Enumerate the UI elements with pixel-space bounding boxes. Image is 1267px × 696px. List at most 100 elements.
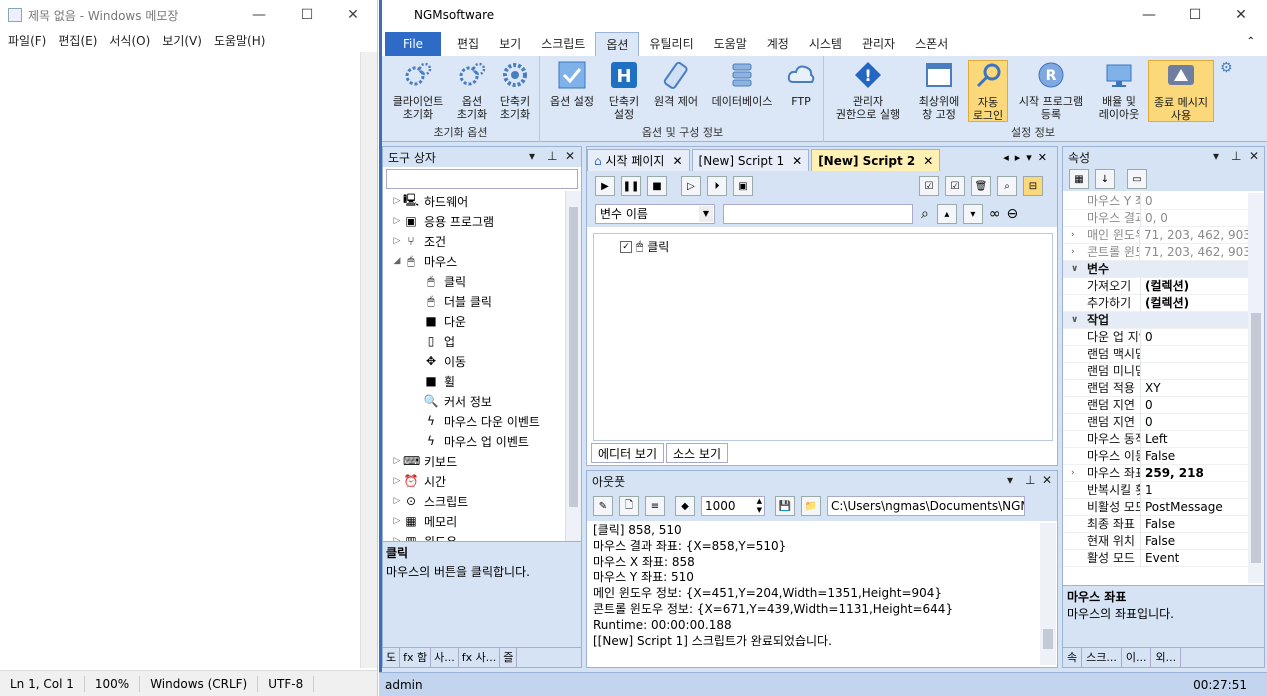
property-value[interactable]: 0 [1141, 414, 1153, 431]
menu-edit[interactable]: 편집(E) [52, 32, 103, 49]
shortcut-settings-button[interactable]: H 단축키 설정 [602, 60, 646, 121]
property-row[interactable]: 다운 업 지연0 [1063, 328, 1249, 346]
tab-view[interactable]: 보기 [489, 32, 531, 56]
expand-arrow-icon[interactable]: › [1071, 247, 1075, 257]
stop-icon[interactable]: ■ [647, 176, 667, 196]
menu-file[interactable]: 파일(F) [2, 32, 52, 49]
reset-client-button[interactable]: 클라이언트 초기화 [386, 60, 450, 121]
tab-admin[interactable]: 관리자 [852, 32, 905, 56]
property-value[interactable]: False [1141, 448, 1175, 465]
pin-icon[interactable]: ⊥ [1025, 473, 1035, 487]
toolbox-item[interactable]: ▷ 🖳 하드웨어 [383, 191, 565, 211]
menu-format[interactable]: 서식(O) [103, 32, 156, 49]
settings-gear-icon[interactable]: ⚙ [1220, 60, 1233, 76]
check-all-icon[interactable]: ☑ [919, 176, 939, 196]
loop-icon[interactable]: ∞ [989, 206, 1001, 222]
properties-scrollbar[interactable] [1248, 193, 1264, 583]
toolbox-item[interactable]: ▷ ▣ 응용 프로그램 [383, 211, 565, 231]
menu-help[interactable]: 도움말(H) [208, 32, 272, 49]
tab-external[interactable]: 외... [1151, 648, 1182, 667]
tab-source-view[interactable]: 소스 보기 [666, 443, 728, 463]
toolbox-item[interactable]: ϟ 마우스 다운 이벤트 [383, 411, 565, 431]
property-row[interactable]: 가져오기 (컬렉션) [1063, 277, 1249, 295]
eraser-icon[interactable]: ◆ [675, 496, 695, 516]
tab-edit[interactable]: 편집 [447, 32, 489, 56]
property-value[interactable]: 0 [1141, 193, 1153, 210]
tab-favorites[interactable]: 즐 [500, 648, 518, 667]
auto-login-button[interactable]: 자동 로그인 [968, 60, 1008, 122]
tab-nav-controls[interactable]: ◂▸▾✕ [1003, 151, 1053, 164]
property-row[interactable]: 현재 위치 False [1063, 532, 1249, 550]
close-tab-icon[interactable]: ✕ [792, 154, 802, 168]
startup-register-button[interactable]: R 시작 프로그램 등록 [1012, 60, 1090, 121]
scroll-thumb[interactable] [1251, 313, 1261, 563]
database-button[interactable]: 데이터베이스 [706, 60, 778, 108]
toolbox-item[interactable]: ▷▥윈도우 [383, 531, 565, 541]
reset-shortcuts-button[interactable]: 단축키 초기화 [494, 60, 536, 121]
property-value[interactable]: (컬렉션) [1141, 278, 1189, 295]
toolbox-item[interactable]: ▯ 업 [383, 331, 565, 351]
move-up-icon[interactable]: ▴ [936, 204, 957, 224]
close-icon[interactable]: ✕ [1042, 473, 1052, 487]
minimize-icon[interactable]: — [236, 0, 282, 30]
property-row[interactable]: › 마우스 좌표 259, 218 [1063, 464, 1249, 482]
property-category[interactable]: ∨ 작업 [1063, 312, 1249, 329]
tab-account[interactable]: 계정 [757, 32, 799, 56]
tab-script-2[interactable]: [New] Script 2 ✕ [811, 149, 941, 171]
expand-arrow-icon[interactable]: ▷ [391, 216, 403, 226]
property-value[interactable]: (컬렉션) [1141, 295, 1189, 312]
always-on-top-button[interactable]: 최상위에 창 고정 [912, 60, 966, 121]
tab-script-1[interactable]: [New] Script 1 ✕ [691, 149, 810, 171]
sort-az-icon[interactable]: ↓ [1095, 169, 1115, 189]
expand-arrow-icon[interactable]: ▷ [391, 496, 403, 506]
close-icon[interactable]: ✕ [1218, 0, 1264, 30]
property-value[interactable]: Event [1141, 550, 1179, 567]
stepper-arrows-icon[interactable]: ▲ ▼ [757, 497, 762, 515]
property-row[interactable]: 마우스 동작 Left [1063, 430, 1249, 448]
property-value[interactable] [1141, 363, 1145, 380]
tab-start-page[interactable]: ⌂ 시작 페이지 ✕ [587, 149, 690, 171]
tab-script-list[interactable]: 스크... [1082, 648, 1122, 667]
scroll-thumb[interactable] [569, 207, 578, 507]
notepad-text-area[interactable] [0, 52, 360, 668]
property-value[interactable]: False [1141, 516, 1175, 533]
tab-file[interactable]: File [385, 32, 441, 56]
close-tab-icon[interactable]: ✕ [672, 154, 682, 168]
toolbox-item[interactable]: ϟ 마우스 업 이벤트 [383, 431, 565, 451]
toolbox-scrollbar[interactable] [565, 191, 581, 541]
property-value[interactable]: XY [1141, 380, 1161, 397]
property-row[interactable]: 랜덤 지연 0 [1063, 413, 1249, 431]
variable-name-select[interactable]: 변수 이름 ▼ [595, 204, 715, 224]
toolbox-item[interactable]: ▷ ⊙ 스크립트 [383, 491, 565, 511]
notepad-scrollbar[interactable] [360, 52, 377, 668]
property-value[interactable]: 0 [1141, 397, 1153, 414]
property-value[interactable]: False [1141, 533, 1175, 550]
tab-help[interactable]: 도움말 [704, 32, 757, 56]
expand-arrow-icon[interactable]: ▷ [391, 456, 403, 466]
delete-icon[interactable]: 🗑 [971, 176, 991, 196]
property-row[interactable]: 활성 모드 Event [1063, 549, 1249, 567]
toolbox-item[interactable]: ▷ ⏰ 시간 [383, 471, 565, 491]
run-as-admin-button[interactable]: ! 관리자 권한으로 실행 [828, 60, 908, 121]
property-row[interactable]: 마우스 이동 False [1063, 447, 1249, 465]
tab-editor-view[interactable]: 에디터 보기 [591, 443, 665, 463]
close-icon[interactable]: ✕ [565, 149, 575, 163]
output-scrollbar[interactable] [1040, 523, 1056, 665]
property-row[interactable]: 비활성 모드 PostMessage [1063, 498, 1249, 516]
property-row[interactable]: 랜덤 지연 0 [1063, 396, 1249, 414]
broom-icon[interactable]: ✎ [593, 496, 613, 516]
step-forward-icon[interactable]: ⏵ [707, 176, 727, 196]
expand-arrow-icon[interactable]: ▷ [391, 476, 403, 486]
script-canvas[interactable]: ✓ 🖱 클릭 [593, 233, 1053, 441]
property-row[interactable]: 마우스 Y 좌표0 [1063, 193, 1249, 210]
check-icon[interactable]: ☑ [945, 176, 965, 196]
tab-system[interactable]: 시스템 [799, 32, 852, 56]
tab-sponsor[interactable]: 스폰서 [905, 32, 958, 56]
toolbox-item[interactable]: 🖱 클릭 [383, 271, 565, 291]
dropdown-icon[interactable]: ▾ [1007, 473, 1013, 487]
tab-utility[interactable]: 유틸리티 [639, 32, 703, 56]
toolbox-item[interactable]: ✥ 이동 [383, 351, 565, 371]
property-row[interactable]: 추가하기 (컬렉션) [1063, 294, 1249, 312]
menu-view[interactable]: 보기(V) [156, 32, 208, 49]
tab-user-functions[interactable]: fx 사... [459, 648, 501, 667]
